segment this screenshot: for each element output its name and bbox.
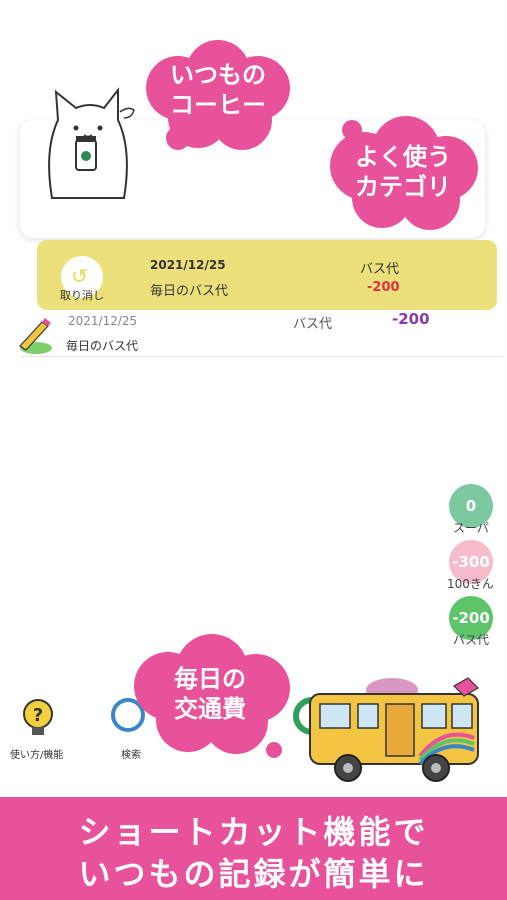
list-entry-memo: 毎日のバス代 — [66, 339, 139, 353]
cat-coffee-illustration — [48, 87, 135, 199]
nav-howto-label: 使い方/機能 — [10, 750, 64, 761]
swipe-entry-memo: 毎日のバス代 — [150, 284, 229, 299]
callout-coffee-line1: いつもの — [170, 61, 266, 89]
swiped-entry-card[interactable]: ↺ 取り消し 2021/12/25 毎日のバス代 バス代 -200 — [37, 240, 497, 310]
lightbulb-question-icon: ? — [23, 699, 53, 735]
undo-label: 取り消し — [60, 289, 104, 302]
callout-coffee-line2: コーヒー — [170, 91, 266, 119]
callout-coffee: いつもの コーヒー — [138, 38, 298, 158]
banner-line-2: いつもの記録が簡単に — [78, 855, 429, 893]
list-entry-date: 2021/12/25 — [68, 314, 138, 328]
list-entry-category: バス代 — [293, 317, 333, 332]
swipe-entry-date: 2021/12/25 — [150, 258, 226, 272]
swipe-entry-category: バス代 — [360, 262, 400, 277]
callout-category-line1: よく使う — [355, 143, 451, 171]
callout-transport-line1: 毎日の — [174, 665, 246, 693]
callout-transport-line2: 交通費 — [174, 695, 246, 723]
shortcut-label-bus: バス代 — [453, 633, 490, 647]
callout-transport: 毎日の 交通費 — [124, 632, 296, 760]
swipe-entry-amount: -200 — [367, 280, 400, 295]
list-entry-amount: -200 — [392, 310, 430, 328]
undo-icon: ↺ — [71, 264, 88, 288]
callout-category-line2: カテゴリ — [355, 173, 451, 201]
shortcut-label-super: スーパ — [453, 521, 489, 535]
bus-illustration — [309, 677, 479, 782]
callout-category: よく使う カテゴリ — [322, 112, 484, 234]
shortcut-label-100kin: 100きん — [447, 577, 494, 591]
promo-banner: ショートカット機能で いつもの記録が簡単に — [0, 797, 507, 900]
svg-text:?: ? — [33, 705, 43, 726]
pencil-icon — [19, 318, 52, 354]
row-divider — [20, 356, 502, 357]
banner-line-1: ショートカット機能で — [78, 813, 429, 851]
